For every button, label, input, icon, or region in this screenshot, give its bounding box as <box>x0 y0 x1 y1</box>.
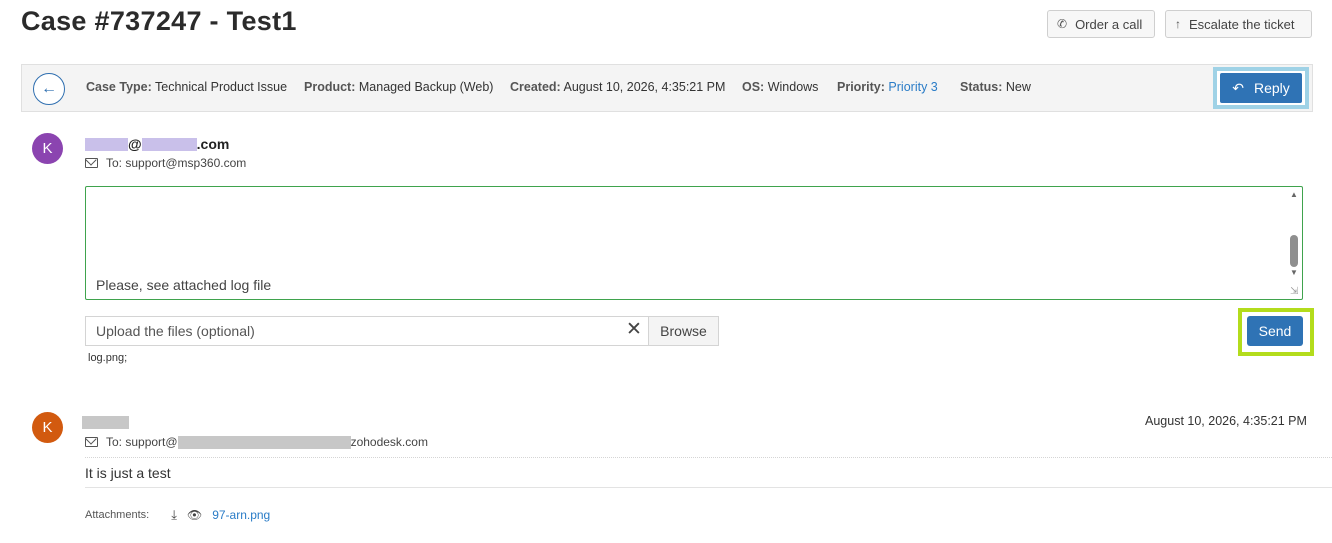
case-type-value: Technical Product Issue <box>155 80 288 94</box>
priority-label: Priority: <box>837 80 885 94</box>
product-field: Product: Managed Backup (Web) <box>304 80 493 94</box>
attached-file-list: log.png; <box>88 352 128 364</box>
reply-icon: ↶ <box>1232 79 1244 96</box>
case-type-label: Case Type: <box>86 80 152 94</box>
clear-icon[interactable]: ✕ <box>626 318 642 341</box>
message-body: It is just a test <box>85 465 171 481</box>
sender-email: @ .com <box>85 136 229 152</box>
back-button[interactable]: ← <box>33 73 65 105</box>
sender-domain: .com <box>196 136 230 152</box>
upload-files-input[interactable]: Upload the files (optional) <box>85 316 649 346</box>
created-label: Created: <box>510 80 561 94</box>
avatar: K <box>32 133 63 164</box>
created-field: Created: August 10, 2026, 4:35:21 PM <box>510 80 725 94</box>
os-field: OS: Windows <box>742 80 818 94</box>
order-call-button[interactable]: ✆ Order a call <box>1047 10 1155 38</box>
envelope-icon <box>85 158 98 168</box>
status-value: New <box>1005 80 1031 94</box>
message-text[interactable]: Please, see attached log file <box>96 277 271 293</box>
status-field: Status: New <box>960 80 1031 94</box>
priority-value: Priority 3 <box>888 80 938 94</box>
order-call-label: Order a call <box>1075 16 1143 32</box>
reply-label: Reply <box>1253 80 1290 96</box>
redacted-block <box>177 435 351 449</box>
os-label: OS: <box>742 80 765 94</box>
avatar: K <box>32 412 63 443</box>
os-value: Windows <box>767 80 819 94</box>
download-icon[interactable]: ⤓ <box>171 507 177 523</box>
envelope-icon <box>85 437 98 447</box>
reply-to-line: To: support@msp360.com <box>85 156 246 170</box>
divider <box>85 487 1332 488</box>
status-label: Status: <box>960 80 1003 94</box>
escalate-label: Escalate the ticket <box>1189 16 1295 32</box>
escalate-ticket-button[interactable]: ↑ Escalate the ticket <box>1165 10 1312 38</box>
divider <box>85 457 1332 458</box>
scroll-down-icon[interactable]: ▼ <box>1290 268 1298 277</box>
scroll-up-icon[interactable]: ▲ <box>1290 190 1298 199</box>
arrow-left-icon: ← <box>41 80 57 97</box>
editor-scrollbar[interactable]: ▲ ▼ <box>1287 188 1301 298</box>
created-value: August 10, 2026, 4:35:21 PM <box>563 80 726 94</box>
message-to-line: To: support@ zohodesk.com <box>85 435 428 449</box>
priority-field: Priority: Priority 3 <box>837 80 938 94</box>
reply-button[interactable]: ↶ Reply <box>1220 73 1302 103</box>
eye-icon[interactable]: 👁 <box>187 508 202 522</box>
attachment-link[interactable]: 97-arn.png <box>212 508 270 522</box>
redacted-block <box>141 137 197 151</box>
resize-grip-icon[interactable]: ⇲ <box>1290 286 1298 297</box>
sender-at: @ <box>128 136 142 152</box>
phone-icon: ✆ <box>1057 17 1068 31</box>
to-suffix: zohodesk.com <box>350 435 428 449</box>
page-title: Case #737247 - Test1 <box>21 6 297 36</box>
attachments-label: Attachments: <box>85 509 150 521</box>
case-type-field: Case Type: Technical Product Issue <box>86 80 287 94</box>
message-date: August 10, 2026, 4:35:21 PM <box>1145 414 1307 428</box>
to-prefix: To: support@ <box>106 435 178 449</box>
to-address: To: support@msp360.com <box>106 156 247 170</box>
redacted-sender-name <box>82 416 129 429</box>
redacted-block <box>85 137 128 151</box>
arrow-up-icon: ↑ <box>1175 17 1181 31</box>
attachments-row: Attachments: ⤓ 👁 97-arn.png <box>85 507 270 523</box>
send-button[interactable]: Send <box>1247 316 1303 346</box>
scroll-thumb[interactable] <box>1290 235 1298 267</box>
product-value: Managed Backup (Web) <box>358 80 494 94</box>
product-label: Product: <box>304 80 356 94</box>
browse-button[interactable]: Browse <box>648 316 719 346</box>
